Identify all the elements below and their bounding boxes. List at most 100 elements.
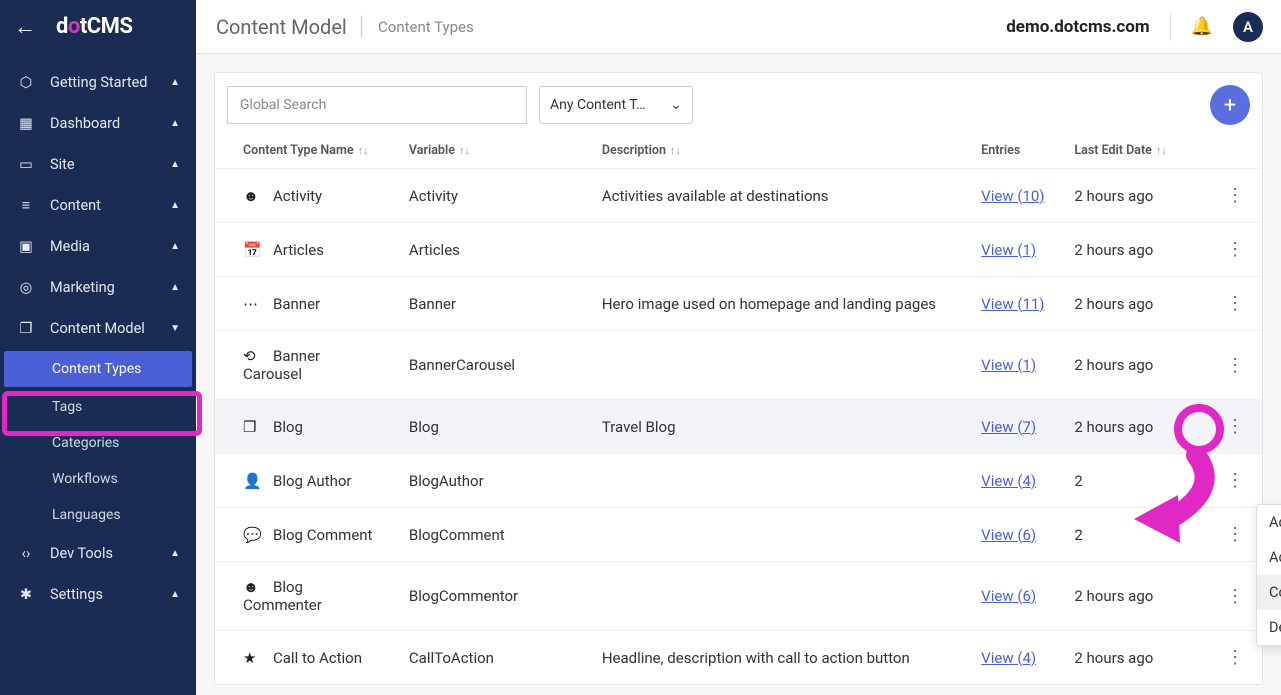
- type-variable: Articles: [395, 223, 588, 277]
- sidebar-item-settings[interactable]: ✱Settings▲: [0, 574, 196, 615]
- type-icon: ❐: [243, 418, 265, 436]
- type-variable: Banner: [395, 277, 588, 331]
- row-menu-button[interactable]: ⋮: [1226, 647, 1244, 668]
- filter-label: Any Content T…: [550, 97, 646, 113]
- context-menu-add-to-bundle[interactable]: Add to Bundle: [1257, 505, 1281, 540]
- main-content: Any Content T… ⌄ + Content Type Name ↑↓ V…: [196, 54, 1281, 695]
- row-menu-button[interactable]: ⋮: [1226, 524, 1244, 545]
- sidebar-item-marketing[interactable]: ◎Marketing▲: [0, 267, 196, 308]
- chevron-up-icon: ▲: [170, 200, 180, 211]
- sidebar-item-getting-started[interactable]: ⬡Getting Started▲: [0, 62, 196, 103]
- last-edit-date: 2 hours ago: [1060, 223, 1212, 277]
- type-name: Blog Author: [273, 472, 351, 490]
- last-edit-date: 2 hours ago: [1060, 277, 1212, 331]
- bell-icon[interactable]: 🔔: [1191, 16, 1213, 37]
- sort-icon[interactable]: ↑↓: [459, 144, 470, 157]
- type-description: [588, 454, 967, 508]
- view-entries-link[interactable]: View (11): [981, 295, 1044, 313]
- nav-icon: ◎: [16, 279, 36, 296]
- type-icon: 👤: [243, 472, 265, 490]
- row-menu-button[interactable]: ⋮: [1226, 586, 1244, 607]
- context-menu-copy[interactable]: Copy: [1257, 575, 1281, 610]
- add-button[interactable]: +: [1210, 85, 1250, 125]
- sidebar-item-site[interactable]: ▭Site▲: [0, 144, 196, 185]
- nav-icon: ▭: [16, 156, 36, 173]
- sidebar-subitem-workflows[interactable]: Workflows: [0, 461, 196, 497]
- sidebar-item-dashboard[interactable]: ▦Dashboard▲: [0, 103, 196, 144]
- table-row[interactable]: ☻Blog CommenterBlogCommentorView (6)2 ho…: [215, 562, 1262, 631]
- back-arrow-icon[interactable]: ←: [14, 14, 36, 40]
- table-row[interactable]: ⋯BannerBannerHero image used on homepage…: [215, 277, 1262, 331]
- type-description: Hero image used on homepage and landing …: [588, 277, 967, 331]
- table-row[interactable]: 📅ArticlesArticlesView (1)2 hours ago⋮: [215, 223, 1262, 277]
- view-entries-link[interactable]: View (1): [981, 356, 1036, 374]
- avatar[interactable]: A: [1233, 12, 1263, 42]
- type-description: Travel Blog: [588, 400, 967, 454]
- site-name[interactable]: demo.dotcms.com: [1006, 17, 1149, 37]
- breadcrumb-separator: │: [357, 16, 368, 37]
- sidebar-item-dev-tools[interactable]: ‹›Dev Tools▲: [0, 533, 196, 574]
- view-entries-link[interactable]: View (1): [981, 241, 1036, 259]
- table-row[interactable]: ★Call to ActionCallToActionHeadline, des…: [215, 631, 1262, 685]
- chevron-down-icon: ⌄: [670, 97, 682, 113]
- table-row[interactable]: ❐BlogBlogTravel BlogView (7)2 hours ago⋮: [215, 400, 1262, 454]
- type-icon: 💬: [243, 526, 265, 544]
- col-name[interactable]: Content Type Name: [243, 143, 354, 158]
- last-edit-date: 2 hours ago: [1060, 169, 1212, 223]
- sort-icon[interactable]: ↑↓: [1156, 144, 1167, 157]
- nav-label: Dashboard: [50, 115, 170, 132]
- row-menu-button[interactable]: ⋮: [1226, 239, 1244, 260]
- nav-label: Site: [50, 156, 170, 173]
- nav-label: Media: [50, 238, 170, 255]
- type-variable: Activity: [395, 169, 588, 223]
- sidebar-subitem-tags[interactable]: Tags: [0, 389, 196, 425]
- last-edit-date: 2 hours ago: [1060, 331, 1212, 400]
- view-entries-link[interactable]: View (6): [981, 587, 1036, 605]
- chevron-up-icon: ▲: [170, 548, 180, 559]
- sidebar-item-content-model[interactable]: ❐Content Model▼: [0, 308, 196, 349]
- table-row[interactable]: ⟲Banner CarouselBannerCarouselView (1)2 …: [215, 331, 1262, 400]
- col-variable[interactable]: Variable: [409, 143, 455, 158]
- sidebar-subitem-languages[interactable]: Languages: [0, 497, 196, 533]
- sort-icon[interactable]: ↑↓: [358, 144, 369, 157]
- view-entries-link[interactable]: View (10): [981, 187, 1044, 205]
- context-menu-delete[interactable]: Delete: [1257, 610, 1281, 645]
- view-entries-link[interactable]: View (4): [981, 472, 1036, 490]
- row-menu-button[interactable]: ⋮: [1226, 185, 1244, 206]
- view-entries-link[interactable]: View (6): [981, 526, 1036, 544]
- content-type-filter[interactable]: Any Content T… ⌄: [539, 86, 693, 124]
- breadcrumb-sub: Content Types: [378, 18, 474, 36]
- col-entries[interactable]: Entries: [981, 143, 1020, 158]
- sidebar-subitem-content-types[interactable]: Content Types: [4, 351, 192, 387]
- type-icon: ⋯: [243, 295, 265, 313]
- table-row[interactable]: ☻ActivityActivityActivities available at…: [215, 169, 1262, 223]
- type-variable: BlogComment: [395, 508, 588, 562]
- view-entries-link[interactable]: View (4): [981, 649, 1036, 667]
- sidebar-subitem-categories[interactable]: Categories: [0, 425, 196, 461]
- sort-icon[interactable]: ↑↓: [670, 144, 681, 157]
- nav-label: Content Model: [50, 320, 170, 337]
- search-input[interactable]: [227, 86, 527, 124]
- row-menu-button[interactable]: ⋮: [1226, 416, 1244, 437]
- view-entries-link[interactable]: View (7): [981, 418, 1036, 436]
- sidebar-item-media[interactable]: ▣Media▲: [0, 226, 196, 267]
- table-row[interactable]: 💬Blog CommentBlogCommentView (6)2⋮: [215, 508, 1262, 562]
- nav-label: Dev Tools: [50, 545, 170, 562]
- type-icon: ☻: [243, 187, 265, 205]
- row-menu-button[interactable]: ⋮: [1226, 293, 1244, 314]
- content-types-table: Content Type Name ↑↓ Variable ↑↓ Descripti…: [215, 133, 1262, 684]
- type-variable: BlogAuthor: [395, 454, 588, 508]
- nav-icon: ⬡: [16, 74, 36, 91]
- last-edit-date: 2: [1060, 508, 1212, 562]
- row-menu-button[interactable]: ⋮: [1226, 470, 1244, 491]
- nav-icon: ≡: [16, 197, 36, 214]
- row-menu-button[interactable]: ⋮: [1226, 355, 1244, 376]
- last-edit-date: 2 hours ago: [1060, 631, 1212, 685]
- table-row[interactable]: 👤Blog AuthorBlogAuthorView (4)2⋮: [215, 454, 1262, 508]
- chevron-down-icon: ▼: [170, 323, 180, 334]
- col-description[interactable]: Description: [602, 143, 666, 158]
- last-edit-date: 2 hours ago: [1060, 400, 1212, 454]
- sidebar-item-content[interactable]: ≡Content▲: [0, 185, 196, 226]
- context-menu-add-to-menu[interactable]: Add to Menu: [1257, 540, 1281, 575]
- col-last-edit[interactable]: Last Edit Date: [1074, 143, 1152, 158]
